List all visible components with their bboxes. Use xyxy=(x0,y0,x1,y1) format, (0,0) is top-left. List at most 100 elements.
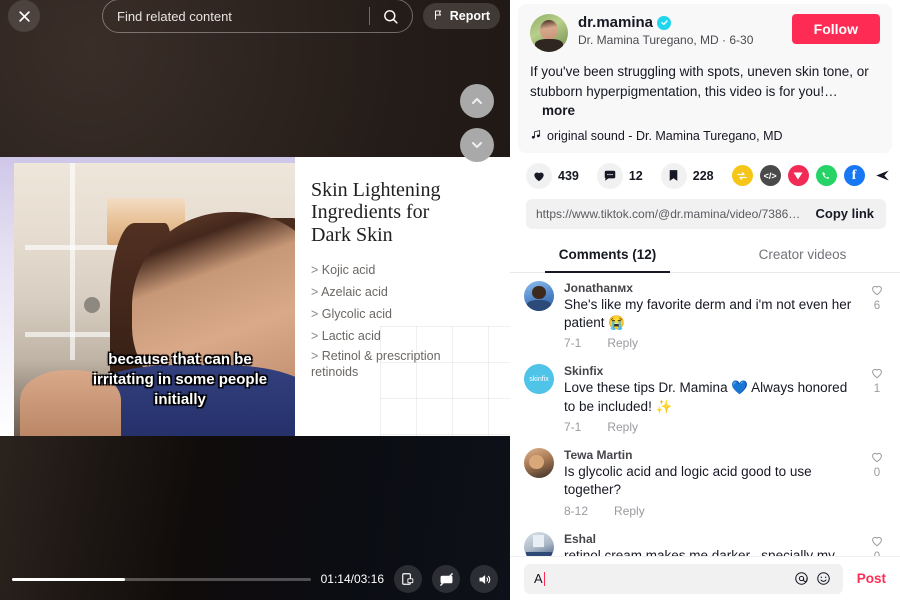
description-text: If you've been struggling with spots, un… xyxy=(530,64,869,99)
sound-label: original sound - Dr. Mamina Turegano, MD xyxy=(547,128,783,143)
comment-date: 7-1 xyxy=(564,420,582,435)
facebook-icon[interactable]: f xyxy=(843,165,865,187)
text-caret xyxy=(543,571,545,586)
follow-button[interactable]: Follow xyxy=(791,14,880,44)
author-row: dr.mamina Dr. Mamina Turegano, MD · 6-30… xyxy=(530,14,880,52)
author-names: dr.mamina Dr. Mamina Turegano, MD · 6-30 xyxy=(568,14,792,47)
comment-like-count: 1 xyxy=(873,383,881,396)
slide-list-item: Kojic acid xyxy=(311,260,496,282)
comment-body: Jonathanмx She's like my favorite derm a… xyxy=(554,281,864,351)
comment-author[interactable]: Skinfix xyxy=(564,364,854,378)
avatar[interactable] xyxy=(530,14,568,52)
reply-button[interactable]: Reply xyxy=(614,504,645,518)
emoji-icon[interactable] xyxy=(813,571,835,586)
comment-footer: 7-1 Reply xyxy=(564,420,854,434)
time-display: 01:14/03:16 xyxy=(320,572,384,586)
close-icon[interactable] xyxy=(8,0,40,32)
comment-text: Love these tips Dr. Mamina 💙 Always hono… xyxy=(564,380,848,414)
player-controls: 01:14/03:16 xyxy=(0,558,510,600)
comment-like-count: 0 xyxy=(873,467,881,480)
display-name-and-date: Dr. Mamina Turegano, MD · 6-30 xyxy=(578,33,754,47)
comment-like-button[interactable]: 1 xyxy=(864,364,890,434)
chevron-up-icon[interactable] xyxy=(460,84,494,118)
embed-code-icon[interactable]: </> xyxy=(759,165,781,187)
video-photo-region xyxy=(0,157,295,436)
bookmark-stat[interactable]: 228 xyxy=(660,162,714,189)
more-button[interactable]: more xyxy=(542,103,575,118)
comment-text: She's like my favorite derm and i'm not … xyxy=(564,296,852,331)
volume-on-icon[interactable] xyxy=(470,565,498,593)
heart-icon xyxy=(526,162,552,189)
slide-list-item: Lactic acid xyxy=(311,326,496,348)
video-player[interactable]: Find related content Report Skin Lighten… xyxy=(0,0,510,600)
telegram-icon[interactable] xyxy=(787,165,809,187)
share-link-row: https://www.tiktok.com/@dr.mamina/video/… xyxy=(526,198,886,229)
avatar[interactable]: skinfix xyxy=(524,364,554,395)
comment-body: Tewa Martin Is glycolic acid and logic a… xyxy=(554,448,864,518)
comment-like-button[interactable]: 0 xyxy=(864,448,890,518)
bookmark-count: 228 xyxy=(692,168,714,183)
avatar-label: skinfix xyxy=(529,375,549,383)
chevron-down-icon[interactable] xyxy=(460,128,494,162)
picture-in-picture-icon[interactable] xyxy=(394,565,422,593)
report-button[interactable]: Report xyxy=(422,3,500,29)
comment-author[interactable]: Eshal xyxy=(564,532,854,546)
share-arrow-icon[interactable] xyxy=(872,165,893,186)
comment-stat[interactable]: 12 xyxy=(596,162,643,189)
progress-bar[interactable] xyxy=(12,577,311,581)
video-frame[interactable]: Skin Lightening Ingredients for Dark Ski… xyxy=(0,157,510,436)
comment-date: 7-1 xyxy=(564,336,582,351)
search-input[interactable]: Find related content xyxy=(103,9,369,24)
report-label: Report xyxy=(449,9,490,23)
whatsapp-icon[interactable] xyxy=(815,165,837,187)
engagement-actions: 439 12 228 </> f xyxy=(510,153,900,195)
copy-link-button[interactable]: Copy link xyxy=(803,206,886,221)
like-stat[interactable]: 439 xyxy=(526,162,579,189)
progress-bar-fill xyxy=(12,577,126,581)
sound-row[interactable]: original sound - Dr. Mamina Turegano, MD xyxy=(530,129,880,143)
username[interactable]: dr.mamina xyxy=(578,14,653,31)
video-url[interactable]: https://www.tiktok.com/@dr.mamina/video/… xyxy=(536,207,803,221)
post-description: If you've been struggling with spots, un… xyxy=(530,62,880,121)
search-related-content-bar[interactable]: Find related content xyxy=(102,0,413,33)
tab-creator-videos[interactable]: Creator videos xyxy=(705,239,900,272)
comment-author[interactable]: Tewa Martin xyxy=(564,448,854,462)
username-row[interactable]: dr.mamina xyxy=(578,14,792,31)
comment-item: Tewa Martin Is glycolic acid and logic a… xyxy=(524,448,890,518)
verified-badge-icon xyxy=(657,15,672,30)
repost-icon[interactable] xyxy=(731,165,753,187)
slide-ingredient-list: Kojic acid Azelaic acid Glycolic acid La… xyxy=(311,260,496,380)
slide-list-item: Glycolic acid xyxy=(311,304,496,326)
comment-like-button[interactable]: 6 xyxy=(864,281,890,351)
post-comment-button[interactable]: Post xyxy=(851,571,890,586)
comment-input-value: A xyxy=(534,571,543,586)
player-top-bar: Find related content Report xyxy=(0,0,510,33)
comment-count: 12 xyxy=(628,168,643,183)
reply-button[interactable]: Reply xyxy=(607,420,638,434)
bookmark-icon xyxy=(660,162,687,189)
comment-footer: 8-12 Reply xyxy=(564,504,854,518)
comment-date: 8-12 xyxy=(564,503,589,518)
comment-bubble-icon xyxy=(596,162,623,189)
speaker-scene xyxy=(14,163,295,436)
reply-button[interactable]: Reply xyxy=(607,336,638,350)
like-count: 439 xyxy=(558,168,579,183)
comment-composer: A Post xyxy=(510,556,900,600)
closed-captions-off-icon[interactable] xyxy=(432,565,460,593)
music-note-icon xyxy=(530,129,541,143)
comment-item: Jonathanмx She's like my favorite derm a… xyxy=(524,280,890,351)
comment-input[interactable]: A xyxy=(524,563,843,594)
avatar[interactable] xyxy=(524,448,554,479)
at-mention-icon[interactable] xyxy=(791,571,813,586)
comment-footer: 7-1 Reply xyxy=(564,336,854,350)
comments-list[interactable]: Jonathanмx She's like my favorite derm a… xyxy=(510,273,900,600)
tab-comments[interactable]: Comments (12) xyxy=(510,239,705,273)
comment-item: skinfix Skinfix Love these tips Dr. Mami… xyxy=(524,364,890,434)
slide-list-item: Retinol & prescription retinoids xyxy=(311,348,461,381)
comment-like-count: 6 xyxy=(873,299,881,312)
avatar[interactable] xyxy=(524,280,554,311)
slide-title: Skin Lightening Ingredients for Dark Ski… xyxy=(311,179,441,246)
search-icon[interactable] xyxy=(370,8,412,25)
comment-author[interactable]: Jonathanмx xyxy=(564,281,854,295)
detail-panel: dr.mamina Dr. Mamina Turegano, MD · 6-30… xyxy=(510,0,900,600)
